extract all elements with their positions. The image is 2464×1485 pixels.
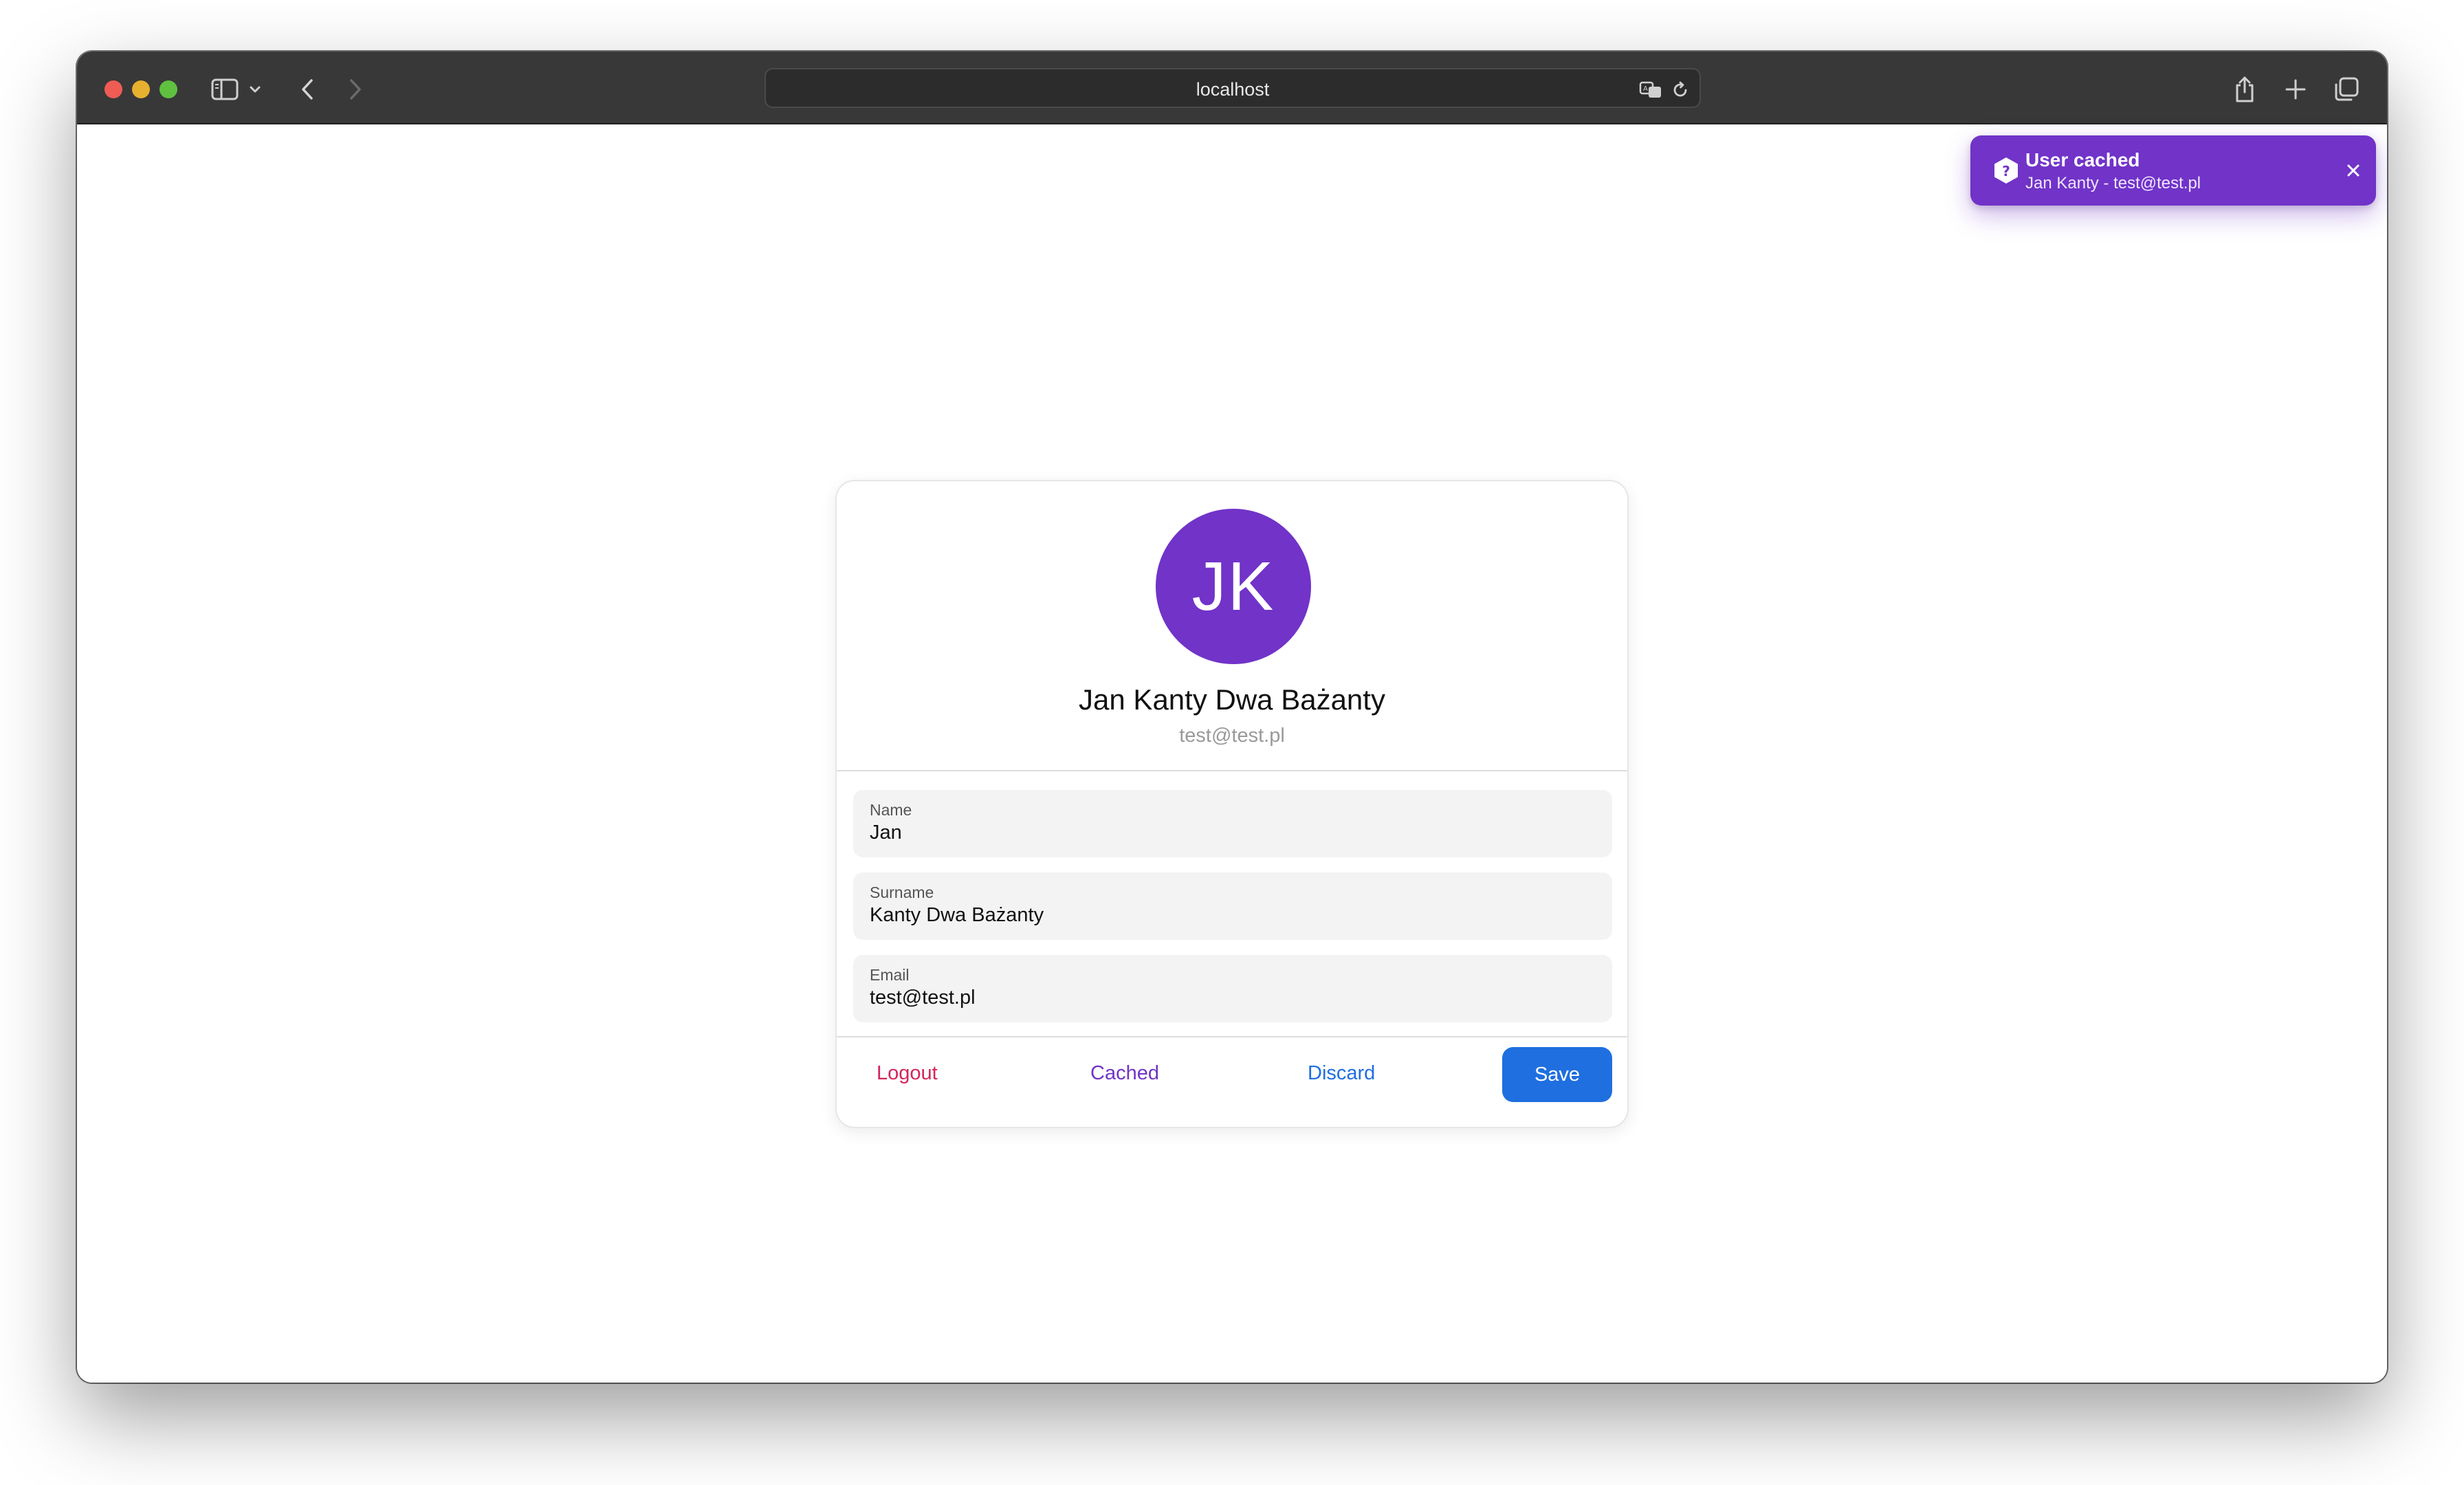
- avatar: JK: [1156, 509, 1311, 664]
- save-button[interactable]: Save: [1502, 1047, 1612, 1102]
- chevron-down-icon[interactable]: [245, 72, 265, 107]
- toast-message: Jan Kanty - test@test.pl: [2025, 174, 2201, 192]
- cached-button[interactable]: Cached: [1090, 1062, 1159, 1085]
- name-field-value[interactable]: Jan: [870, 822, 902, 844]
- email-field-label: Email: [870, 966, 910, 984]
- toast-title: User cached: [2025, 149, 2140, 170]
- question-hexagon-icon: ?: [1994, 157, 2018, 184]
- name-field[interactable]: Name Jan: [853, 790, 1612, 857]
- back-arrow-icon[interactable]: [290, 72, 324, 107]
- discard-button[interactable]: Discard: [1308, 1062, 1375, 1085]
- browser-toolbar: localhost A: [77, 52, 2387, 124]
- surname-field-label: Surname: [870, 883, 934, 901]
- surname-field[interactable]: Surname Kanty Dwa Bażanty: [853, 872, 1612, 940]
- desktop-background: localhost A ? User cached Jan Kanty - te…: [0, 0, 2464, 1485]
- profile-full-name: Jan Kanty Dwa Bażanty: [1079, 683, 1385, 716]
- minimize-window-button[interactable]: [132, 80, 150, 98]
- close-window-button[interactable]: [104, 80, 122, 98]
- zoom-window-button[interactable]: [160, 80, 177, 98]
- email-field[interactable]: Email test@test.pl: [853, 955, 1612, 1022]
- share-icon[interactable]: [2228, 72, 2262, 107]
- tab-overview-icon[interactable]: [2329, 72, 2364, 107]
- new-tab-icon[interactable]: [2278, 72, 2313, 107]
- divider: [837, 1036, 1627, 1037]
- name-field-label: Name: [870, 801, 912, 819]
- forward-arrow-icon[interactable]: [338, 72, 373, 107]
- svg-text:A: A: [1643, 85, 1648, 93]
- close-icon[interactable]: [2342, 159, 2365, 182]
- address-bar[interactable]: localhost A: [764, 68, 1701, 108]
- email-field-value[interactable]: test@test.pl: [870, 987, 976, 1009]
- surname-field-value[interactable]: Kanty Dwa Bażanty: [870, 904, 1044, 927]
- address-text: localhost: [1196, 79, 1270, 100]
- page-content: ? User cached Jan Kanty - test@test.pl J…: [77, 124, 2387, 1383]
- profile-email: test@test.pl: [1179, 725, 1285, 747]
- divider: [837, 770, 1627, 771]
- svg-text:?: ?: [2002, 163, 2010, 179]
- sidebar-toggle-icon[interactable]: [208, 72, 242, 107]
- browser-window: localhost A ? User cached Jan Kanty - te…: [77, 52, 2387, 1383]
- translate-icon[interactable]: A: [1639, 78, 1664, 102]
- toast-notification: ? User cached Jan Kanty - test@test.pl: [1970, 135, 2376, 206]
- logout-button[interactable]: Logout: [877, 1062, 938, 1085]
- reload-icon[interactable]: [1668, 78, 1693, 102]
- profile-card: JK Jan Kanty Dwa Bażanty test@test.pl Na…: [835, 480, 1629, 1128]
